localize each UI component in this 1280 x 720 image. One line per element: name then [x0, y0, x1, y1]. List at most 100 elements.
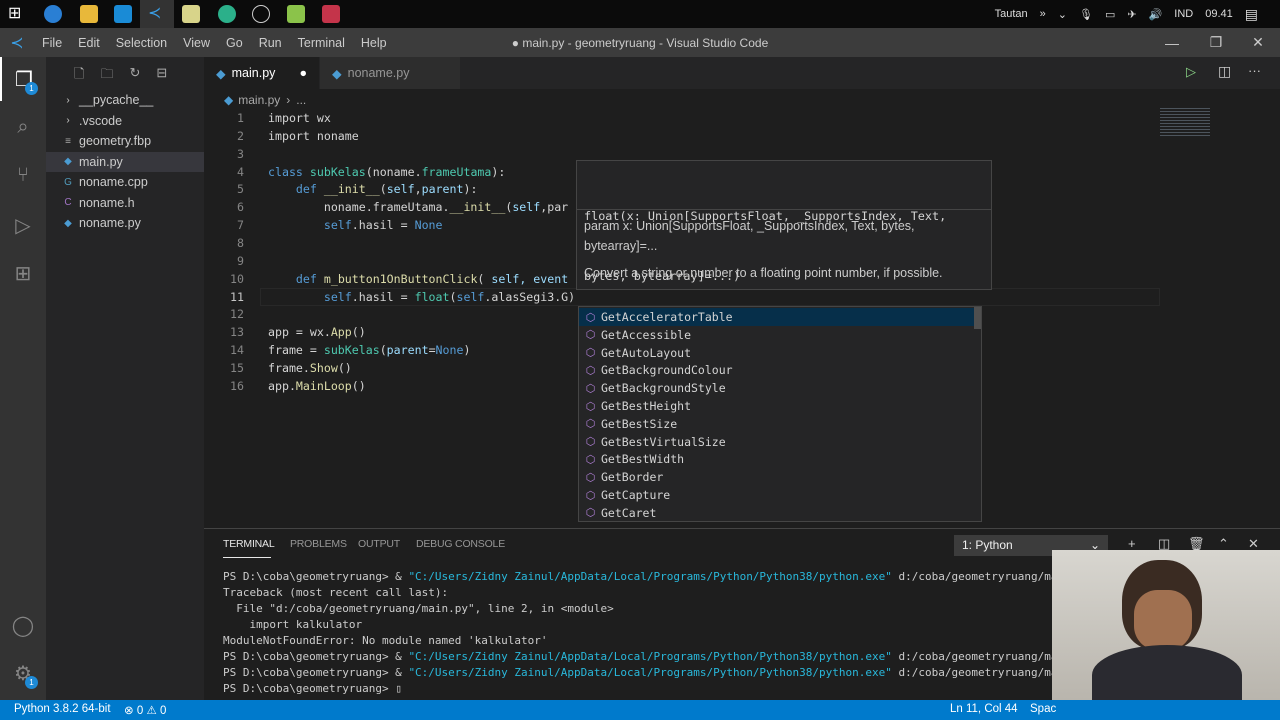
menu-view[interactable]: View — [175, 36, 218, 50]
menu-edit[interactable]: Edit — [70, 36, 108, 50]
microphone-icon[interactable]: 🎙 — [1079, 8, 1093, 21]
minimap[interactable] — [1160, 108, 1210, 138]
code-line[interactable]: app.MainLoop() — [268, 377, 366, 395]
run-debug-icon[interactable]: ▷ — [0, 203, 46, 247]
code-line[interactable]: frame.Show() — [268, 359, 352, 377]
menu-terminal[interactable]: Terminal — [290, 36, 353, 50]
edge-icon[interactable] — [218, 5, 236, 23]
account-icon[interactable]: ◯ — [0, 603, 46, 647]
android-icon[interactable] — [287, 5, 305, 23]
suggestion-item[interactable]: ⬡ GetCaret — [579, 504, 975, 522]
code-line[interactable]: self.hasil = float(self.alasSegi3.G) — [268, 288, 575, 306]
obs-icon[interactable] — [252, 5, 270, 23]
language-indicator[interactable]: IND — [1174, 8, 1193, 20]
minimize-button[interactable]: — — [1150, 28, 1194, 57]
menu-help[interactable]: Help — [353, 36, 395, 50]
file-item[interactable]: › __pycache__ — [46, 90, 204, 110]
new-folder-icon[interactable]: 🗀 — [100, 65, 113, 87]
new-terminal-icon[interactable]: + — [1128, 536, 1136, 551]
clock[interactable]: 09.41 — [1205, 8, 1233, 20]
menu-file[interactable]: File — [34, 36, 70, 50]
more-actions-icon[interactable]: ··· — [1248, 63, 1261, 78]
mail-icon[interactable] — [114, 5, 132, 23]
code-line[interactable]: self.hasil = None — [268, 216, 443, 234]
unsaved-dot-icon[interactable]: ● — [299, 66, 307, 80]
vscode-taskbar-icon[interactable]: ≺ — [148, 5, 166, 23]
notepad-icon[interactable] — [182, 5, 200, 23]
close-window-button[interactable]: ✕ — [1236, 28, 1280, 57]
tray-links-label[interactable]: Tautan — [995, 8, 1028, 20]
code-line[interactable]: import wx — [268, 109, 331, 127]
volume-icon[interactable]: 🔊 — [1149, 8, 1163, 21]
settings-gear-icon[interactable]: ⚙ 1 — [0, 651, 46, 695]
terminal-text: d:/coba/geometryruang/ma — [891, 570, 1058, 583]
suggestion-item[interactable]: ⬡ GetBackgroundStyle — [579, 379, 975, 397]
extensions-icon[interactable]: ⊞ — [0, 251, 46, 295]
python-interpreter[interactable]: Python 3.8.2 64-bit — [14, 703, 111, 715]
panel-tab-terminal[interactable]: TERMINAL — [223, 538, 275, 550]
search-icon[interactable]: ⌕ — [0, 105, 46, 149]
file-item[interactable]: Cnoname.h — [46, 193, 204, 213]
source-control-icon[interactable]: ⑂ — [0, 153, 46, 197]
suggestion-item[interactable]: ⬡ GetBestHeight — [579, 397, 975, 415]
code-line[interactable]: import noname — [268, 127, 359, 145]
panel-tab-problems[interactable]: PROBLEMS — [290, 538, 347, 550]
split-editor-icon[interactable]: ◫ — [1218, 63, 1231, 80]
tray-expand-icon[interactable]: ⌄ — [1058, 8, 1067, 21]
run-python-icon[interactable]: ▷ — [1186, 64, 1196, 80]
suggestion-item[interactable]: ⬡ GetBestWidth — [579, 450, 975, 468]
winrar-icon[interactable] — [322, 5, 340, 23]
suggestions-scrollbar[interactable] — [974, 307, 981, 329]
firefox-icon[interactable] — [44, 5, 62, 23]
menu-selection[interactable]: Selection — [108, 36, 175, 50]
suggestion-item[interactable]: ⬡ GetCapture — [579, 486, 975, 504]
windows-start-icon[interactable]: ⊞ — [8, 5, 26, 23]
menu-run[interactable]: Run — [251, 36, 290, 50]
indentation[interactable]: Spac — [1030, 703, 1056, 715]
tab-noname-py[interactable]: ◆ noname.py — [320, 57, 460, 89]
suggestion-item[interactable]: ⬡ GetBorder — [579, 468, 975, 486]
code-line[interactable]: frame = subKelas(parent=None) — [268, 341, 470, 359]
airplane-icon[interactable]: ✈ — [1127, 8, 1136, 21]
file-item[interactable]: ◆ main.py — [46, 151, 204, 172]
file-item[interactable]: Gnoname.cpp — [46, 172, 204, 192]
code-line[interactable]: def m_button1OnButtonClick( self, event — [268, 270, 568, 288]
tab-main-py[interactable]: ◆ main.py ● — [204, 57, 319, 89]
file-item[interactable]: ≡ geometry.fbp — [46, 131, 204, 151]
explorer-sidebar: 🗋 🗀 ↻ ⊟ › __pycache__ › .vscode ≡ geometry.fb… — [46, 57, 204, 700]
code-line[interactable]: class subKelas(noname.frameUtama): — [268, 163, 505, 181]
refresh-icon[interactable]: ↻ — [129, 65, 140, 87]
menu-go[interactable]: Go — [218, 36, 251, 50]
cursor-position[interactable]: Ln 11, Col 44 — [950, 703, 1018, 715]
chevron-right-icon: › — [66, 115, 70, 126]
new-file-icon[interactable]: 🗋 — [74, 65, 84, 87]
suggestion-item[interactable]: ⬡ GetBackgroundColour — [579, 361, 975, 379]
notifications-icon[interactable]: ▤ — [1245, 6, 1258, 23]
panel-tab-output[interactable]: OUTPUT — [358, 538, 400, 550]
line-number: 14 — [230, 343, 244, 358]
code-token: .alasSegi3.G) — [484, 289, 576, 304]
terminal-text: PS D:\coba\geometryruang> — [223, 682, 396, 695]
suggestion-item[interactable]: ⬡ GetBestVirtualSize — [579, 433, 975, 451]
collapse-all-icon[interactable]: ⊟ — [156, 65, 167, 87]
problems-indicator[interactable]: ⊗ 0 ⚠ 0 — [124, 703, 166, 717]
file-item[interactable]: › .vscode — [46, 111, 204, 131]
suggestion-item[interactable]: ⬡ GetAcceleratorTable — [579, 308, 975, 326]
code-line[interactable]: def __init__(self,parent): — [268, 180, 478, 198]
tray-chevrons[interactable]: » — [1040, 8, 1046, 20]
battery-icon[interactable]: ▭ — [1105, 8, 1115, 21]
code-token: ): — [491, 164, 506, 179]
suggestion-item[interactable]: ⬡ GetBestSize — [579, 415, 975, 433]
file-item[interactable]: ◆ noname.py — [46, 213, 204, 233]
breadcrumb-file[interactable]: main.py — [238, 93, 280, 107]
explorer-icon[interactable]: ❐ 1 — [0, 57, 46, 101]
restore-button[interactable]: ❐ — [1194, 28, 1238, 57]
suggestion-item[interactable]: ⬡ GetAccessible — [579, 326, 975, 344]
file-explorer-icon[interactable] — [80, 5, 98, 23]
code-token: app = wx. — [268, 325, 331, 340]
code-line[interactable]: noname.frameUtama.__init__(self,par — [268, 198, 568, 216]
panel-tab-debug-console[interactable]: DEBUG CONSOLE — [416, 538, 505, 550]
breadcrumb-symbol[interactable]: ... — [296, 93, 306, 107]
suggestion-item[interactable]: ⬡ GetAutoLayout — [579, 344, 975, 362]
code-line[interactable]: app = wx.App() — [268, 323, 366, 341]
